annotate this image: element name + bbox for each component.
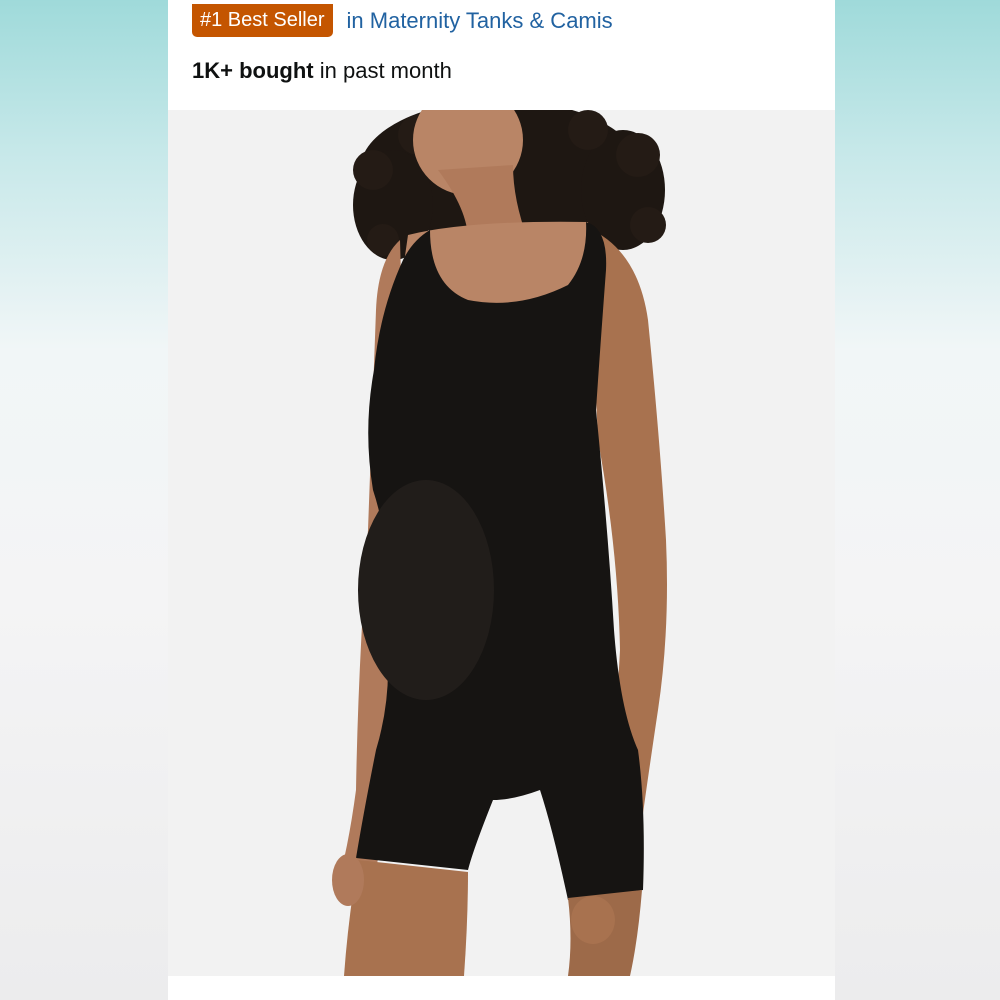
right-hand-shape [571,896,615,944]
purchase-stat: 1K+ bought in past month [192,58,452,84]
product-photo-illustration [332,110,667,976]
product-card: #1 Best Seller in Maternity Tanks & Cami… [168,0,835,1000]
belly-highlight [358,480,494,700]
purchase-suffix: in past month [319,58,452,83]
left-hand-shape [332,854,364,906]
purchase-count: 1K+ bought [192,58,314,83]
background-right [835,0,1000,1000]
card-bottom-strip [168,976,835,1000]
product-header: #1 Best Seller in Maternity Tanks & Cami… [168,0,835,110]
best-seller-row: #1 Best Seller in Maternity Tanks & Cami… [192,4,613,37]
product-image[interactable] [168,110,835,976]
category-link[interactable]: in Maternity Tanks & Camis [347,8,613,34]
best-seller-badge[interactable]: #1 Best Seller [192,4,333,37]
background-left [0,0,168,1000]
